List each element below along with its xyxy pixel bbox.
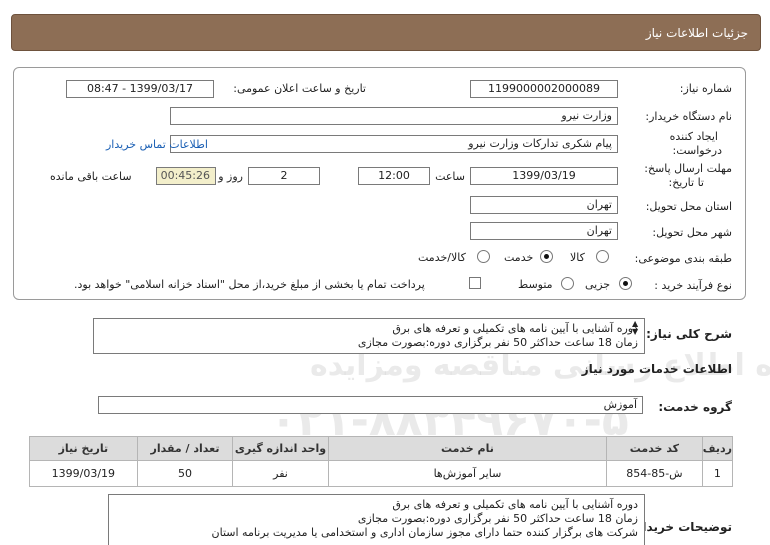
service-group-label: گروه خدمت: [658, 400, 732, 414]
page-header: جزئیات اطلاعات نیاز [11, 14, 761, 51]
deadline-label-2: تا تاریخ: [668, 176, 704, 189]
buyer-notes-textarea[interactable]: دوره آشنایی با آیین نامه های تکمیلی و تع… [108, 494, 645, 545]
deadline-time-field: 12:00 [358, 167, 430, 185]
province-label: استان محل تحویل: [645, 200, 732, 213]
creator-field: پیام شکری تدارکات وزارت نیرو [170, 135, 618, 153]
category-option-goods-service: کالا/خدمت [418, 251, 466, 264]
remaining-time-label: ساعت باقی مانده [50, 170, 132, 183]
city-label: شهر محل تحویل: [652, 226, 732, 239]
cell-name: سایر آموزش‌ها [327, 460, 608, 487]
col-qty: تعداد / مقدار [136, 436, 234, 461]
process-radio-medium[interactable] [561, 277, 574, 290]
process-label: نوع فرآیند خرید : [654, 279, 732, 292]
treasury-note: پرداخت تمام یا بخشی از مبلغ خرید،از محل … [74, 278, 425, 291]
scroll-arrows-icon[interactable]: ▲ ▼ [632, 320, 638, 336]
deadline-date-field: 1399/03/19 [470, 167, 618, 185]
cell-row: 1 [701, 460, 734, 487]
city-field: تهران [470, 222, 618, 240]
summary-line-2: زمان 18 ساعت حداکثر 50 نفر برگزاری دوره:… [357, 336, 638, 349]
services-table: ردیف کد خدمت نام خدمت واحد اندازه گیری ت… [29, 436, 734, 487]
remaining-time-field: 00:45:26 [156, 167, 216, 185]
deadline-time-label: ساعت [435, 170, 465, 183]
buyer-org-label: نام دستگاه خریدار: [645, 110, 732, 123]
summary-line-1: دوره آشنایی با آیین نامه های تکمیلی و تع… [392, 322, 638, 335]
treasury-checkbox[interactable] [469, 277, 481, 289]
announce-datetime-field: 1399/03/17 - 08:47 [66, 80, 214, 98]
province-field: تهران [470, 196, 618, 214]
category-option-goods: کالا [570, 251, 585, 264]
col-date: تاریخ نیاز [29, 436, 138, 461]
cell-unit: نفر [232, 460, 329, 487]
announce-datetime-label: تاریخ و ساعت اعلان عمومی: [233, 82, 366, 95]
col-unit: واحد اندازه گیری [232, 436, 329, 461]
days-label: روز و [218, 170, 243, 183]
process-option-medium: متوسط [518, 278, 553, 291]
cell-date: 1399/03/19 [29, 460, 138, 487]
buyer-notes-line-3: شرکت های برگزار کننده حتما دارای مجوز سا… [211, 526, 638, 539]
table-header-row: ردیف کد خدمت نام خدمت واحد اندازه گیری ت… [29, 436, 734, 461]
buyer-contact-link[interactable]: اطلاعات تماس خریدار [106, 138, 208, 151]
col-row: ردیف [701, 436, 734, 461]
buyer-notes-line-1: دوره آشنایی با آیین نامه های تکمیلی و تع… [392, 498, 638, 511]
col-name: نام خدمت [327, 436, 608, 461]
table-row: 1 ش-85-854 سایر آموزش‌ها نفر 50 1399/03/… [29, 460, 734, 487]
service-group-field: آموزش [98, 396, 643, 414]
col-code: کد خدمت [606, 436, 703, 461]
category-radio-goods[interactable] [596, 250, 609, 263]
category-option-service: خدمت [504, 251, 534, 264]
creator-label-2: درخواست: [672, 144, 722, 157]
process-option-minor: جزیی [585, 278, 611, 291]
summary-label: شرح کلی نیاز: [646, 327, 732, 341]
summary-textarea[interactable]: دوره آشنایی با آیین نامه های تکمیلی و تع… [93, 318, 645, 354]
buyer-org-field: وزارت نیرو [170, 107, 618, 125]
category-label: طبقه بندی موضوعی: [634, 252, 732, 265]
buyer-notes-line-2: زمان 18 ساعت حداکثر 50 نفر برگزاری دوره:… [357, 512, 638, 525]
days-remaining-field: 2 [248, 167, 320, 185]
category-radio-service[interactable] [540, 250, 553, 263]
buyer-notes-label: توضیحات خریدار: [630, 520, 732, 534]
category-radio-goods-service[interactable] [477, 250, 490, 263]
need-number-label: شماره نیاز: [679, 82, 732, 95]
cell-code: ش-85-854 [606, 460, 703, 487]
deadline-label-1: مهلت ارسال پاسخ: [644, 162, 732, 175]
cell-qty: 50 [136, 460, 234, 487]
page-title: جزئیات اطلاعات نیاز [645, 26, 748, 40]
services-section-title: اطلاعات خدمات مورد نیاز [581, 362, 732, 376]
creator-label-1: ایجاد کننده [669, 130, 718, 143]
process-radio-minor[interactable] [619, 277, 632, 290]
need-number-field: 1199000002000089 [470, 80, 618, 98]
